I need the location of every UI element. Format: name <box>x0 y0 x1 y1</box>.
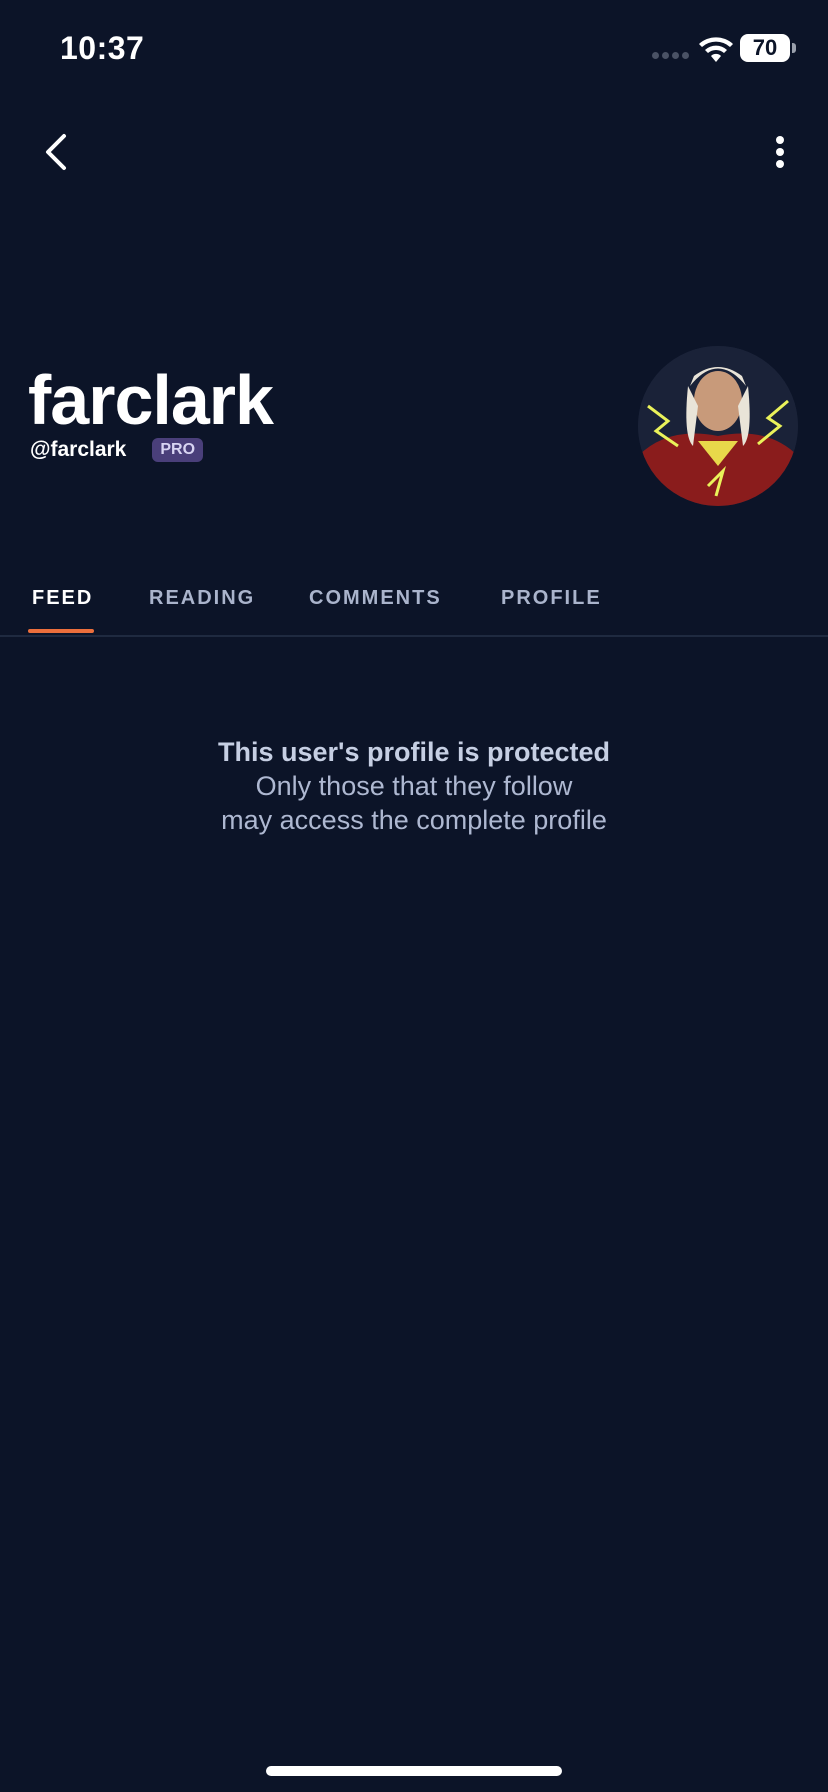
battery-cap <box>792 43 796 53</box>
signal-icon <box>652 52 692 62</box>
battery-indicator: 70 <box>740 34 790 62</box>
active-tab-indicator <box>28 629 94 633</box>
home-indicator[interactable] <box>266 1766 562 1776</box>
top-navigation <box>0 110 828 190</box>
tab-feed[interactable]: FEED <box>32 587 93 610</box>
protected-title: This user's profile is protected <box>217 737 610 767</box>
status-time: 10:37 <box>60 30 145 66</box>
status-bar: 10:37 70 <box>0 0 828 100</box>
username-row: @farclark PRO <box>30 438 204 462</box>
username-handle: @farclark <box>30 438 127 461</box>
tab-profile[interactable]: PROFILE <box>501 587 602 610</box>
protected-profile-message: This user's profile is protected Only th… <box>0 735 828 837</box>
pro-badge: PRO <box>152 438 204 462</box>
back-button[interactable] <box>34 128 82 176</box>
protected-line-1: Only those that they follow <box>255 771 573 801</box>
tab-reading[interactable]: READING <box>149 587 255 610</box>
avatar-image <box>638 346 798 506</box>
more-options-button[interactable] <box>762 128 798 176</box>
profile-tabs: FEED READING COMMENTS PROFILE <box>0 575 828 637</box>
avatar[interactable] <box>638 346 798 506</box>
display-name: farclark <box>28 361 274 439</box>
wifi-icon <box>699 37 733 62</box>
profile-header: farclark @farclark PRO <box>0 330 828 530</box>
tab-comments[interactable]: COMMENTS <box>309 587 442 610</box>
protected-line-2: may access the complete profile <box>221 805 607 835</box>
